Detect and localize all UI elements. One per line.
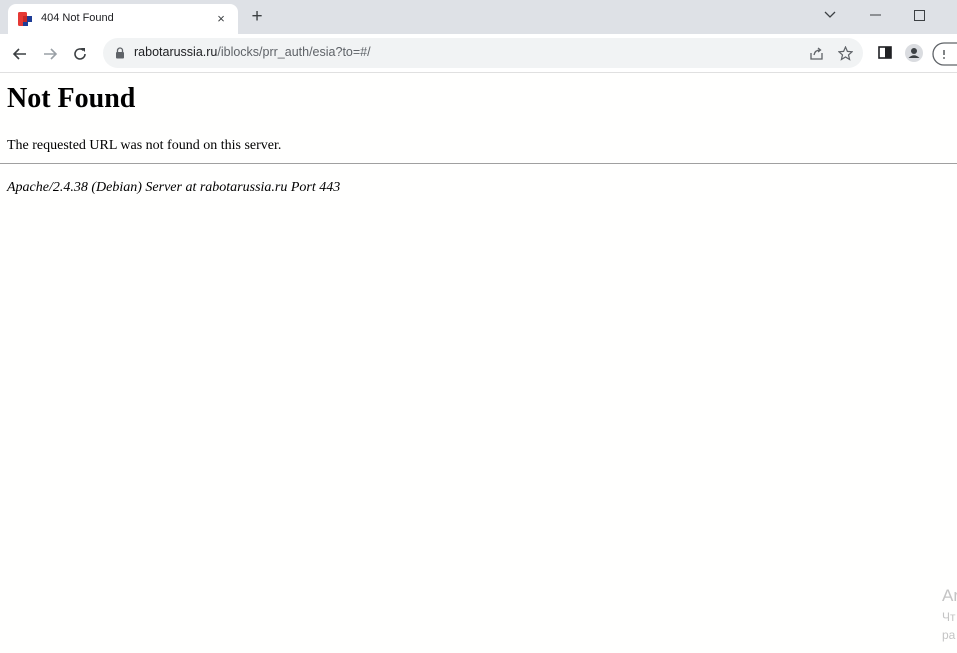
minimize-button[interactable] — [853, 0, 897, 30]
profile-button[interactable] — [903, 42, 925, 64]
activation-watermark-line2: Чт — [942, 610, 956, 624]
star-icon — [837, 45, 853, 61]
update-button[interactable] — [932, 42, 957, 66]
maximize-icon — [913, 9, 925, 21]
forward-arrow-icon — [44, 47, 58, 60]
side-panel-button[interactable] — [874, 42, 896, 64]
maximize-button[interactable] — [897, 0, 941, 30]
activation-watermark-line3: ра — [942, 628, 956, 642]
back-button[interactable] — [9, 42, 31, 64]
update-icon — [932, 42, 957, 66]
browser-tab[interactable]: 404 Not Found × — [8, 4, 238, 34]
new-tab-button[interactable]: + — [246, 6, 268, 28]
chevron-down-icon — [824, 11, 836, 19]
address-bar[interactable]: rabotarussia.ru/iblocks/prr_auth/esia?to… — [103, 38, 863, 68]
share-icon — [809, 47, 823, 60]
activation-watermark-line1: Ar — [942, 586, 957, 605]
page-title: Not Found — [7, 83, 136, 114]
divider — [0, 163, 957, 164]
reload-button[interactable] — [69, 42, 91, 64]
forward-button[interactable] — [39, 42, 61, 64]
tab-close-icon[interactable]: × — [212, 10, 230, 28]
url-text[interactable]: rabotarussia.ru/iblocks/prr_auth/esia?to… — [134, 45, 371, 59]
browser-toolbar: rabotarussia.ru/iblocks/prr_auth/esia?to… — [0, 34, 957, 73]
error-message: The requested URL was not found on this … — [7, 138, 282, 153]
share-button[interactable] — [805, 42, 827, 64]
tab-search-button[interactable] — [808, 0, 852, 30]
site-favicon-icon — [18, 12, 32, 26]
reload-icon — [74, 47, 86, 60]
tab-strip: 404 Not Found × + — [0, 0, 957, 34]
profile-icon — [905, 43, 923, 62]
bookmark-button[interactable] — [834, 42, 856, 64]
url-host: rabotarussia.ru — [134, 45, 218, 59]
minimize-icon — [869, 14, 881, 16]
lock-icon[interactable] — [115, 47, 125, 59]
page-content: Not Found The requested URL was not foun… — [0, 73, 957, 653]
back-arrow-icon — [12, 47, 26, 60]
server-signature: Apache/2.4.38 (Debian) Server at rabotar… — [7, 180, 341, 195]
url-path: /iblocks/prr_auth/esia?to=#/ — [217, 45, 371, 59]
tab-title: 404 Not Found — [41, 12, 114, 24]
side-panel-icon — [878, 46, 892, 60]
